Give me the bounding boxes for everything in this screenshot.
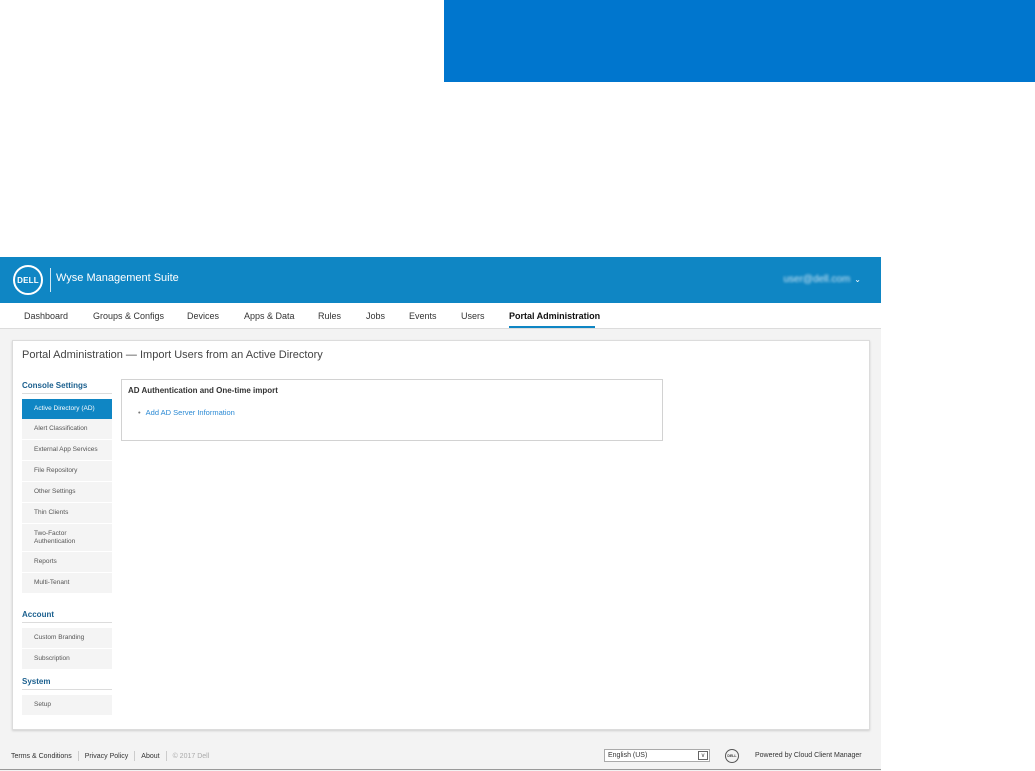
sidebar-heading-account: Account (22, 610, 112, 623)
nav-apps-data[interactable]: Apps & Data (244, 311, 295, 321)
footer-separator (165, 751, 167, 761)
ad-section-box: AD Authentication and One-time import • A… (121, 379, 663, 441)
nav-portal-administration[interactable]: Portal Administration (509, 311, 600, 321)
sidebar-item-thin-clients[interactable]: Thin Clients (22, 503, 112, 523)
sidebar-item-multi-tenant[interactable]: Multi-Tenant (22, 573, 112, 593)
nav-jobs[interactable]: Jobs (366, 311, 385, 321)
language-value[interactable]: English (US) (608, 752, 647, 759)
sidebar-heading-system: System (22, 677, 112, 690)
dropdown-arrow-icon[interactable]: v (698, 751, 708, 760)
sidebar-item-active-directory[interactable]: Active Directory (AD) (22, 399, 112, 419)
nav-dashboard[interactable]: Dashboard (24, 311, 68, 321)
chevron-down-icon[interactable]: ⌄ (854, 275, 861, 284)
sidebar-item-other-settings[interactable]: Other Settings (22, 482, 112, 502)
logo-divider (50, 268, 51, 292)
main-panel: Portal Administration — Import Users fro… (12, 340, 870, 730)
dell-footer-logo: DELL (725, 749, 739, 763)
footer-links: Terms & Conditions Privacy Policy About … (11, 751, 209, 761)
copyright: © 2017 Dell (172, 752, 210, 760)
footer-separator (77, 751, 79, 761)
dell-logo[interactable]: DELL (13, 265, 43, 295)
footer-divider (0, 769, 881, 770)
footer-separator (134, 751, 136, 761)
footer: Terms & Conditions Privacy Policy About … (0, 735, 881, 771)
nav-groups-configs[interactable]: Groups & Configs (93, 311, 164, 321)
sidebar-item-custom-branding[interactable]: Custom Branding (22, 628, 112, 648)
terms-link[interactable]: Terms & Conditions (11, 753, 72, 760)
sidebar-item-subscription[interactable]: Subscription (22, 649, 112, 669)
nav-events[interactable]: Events (409, 311, 437, 321)
top-banner-block (444, 0, 1035, 82)
active-tab-indicator (509, 326, 595, 328)
nav-users[interactable]: Users (461, 311, 485, 321)
sidebar-item-reports[interactable]: Reports (22, 552, 112, 572)
main-nav: Dashboard Groups & Configs Devices Apps … (0, 303, 881, 329)
powered-by: Powered by Cloud Client Manager (755, 752, 862, 759)
sidebar-item-external-app-services[interactable]: External App Services (22, 440, 112, 460)
language-select[interactable]: English (US) v (604, 749, 710, 762)
nav-rules[interactable]: Rules (318, 311, 341, 321)
sidebar-item-setup[interactable]: Setup (22, 695, 112, 715)
user-email[interactable]: user@dell.com (783, 274, 850, 285)
app-title: Wyse Management Suite (56, 272, 179, 284)
app-window: DELL Wyse Management Suite user@dell.com… (0, 257, 881, 771)
privacy-link[interactable]: Privacy Policy (85, 753, 129, 760)
app-header: DELL Wyse Management Suite user@dell.com… (0, 257, 881, 303)
about-link[interactable]: About (141, 753, 159, 760)
sidebar-heading-console-settings: Console Settings (22, 381, 112, 394)
sidebar-item-two-factor-authentication[interactable]: Two-Factor Authentication (22, 524, 112, 551)
user-menu[interactable]: user@dell.com ⌄ (783, 274, 861, 285)
bullet-icon: • (138, 408, 141, 417)
add-ad-server-link[interactable]: • Add AD Server Information (138, 408, 235, 417)
section-title: AD Authentication and One-time import (128, 386, 278, 395)
add-ad-server-label[interactable]: Add AD Server Information (146, 408, 235, 417)
sidebar-item-file-repository[interactable]: File Repository (22, 461, 112, 481)
sidebar-item-alert-classification[interactable]: Alert Classification (22, 419, 112, 439)
nav-devices[interactable]: Devices (187, 311, 219, 321)
page-title: Portal Administration — Import Users fro… (22, 349, 323, 361)
